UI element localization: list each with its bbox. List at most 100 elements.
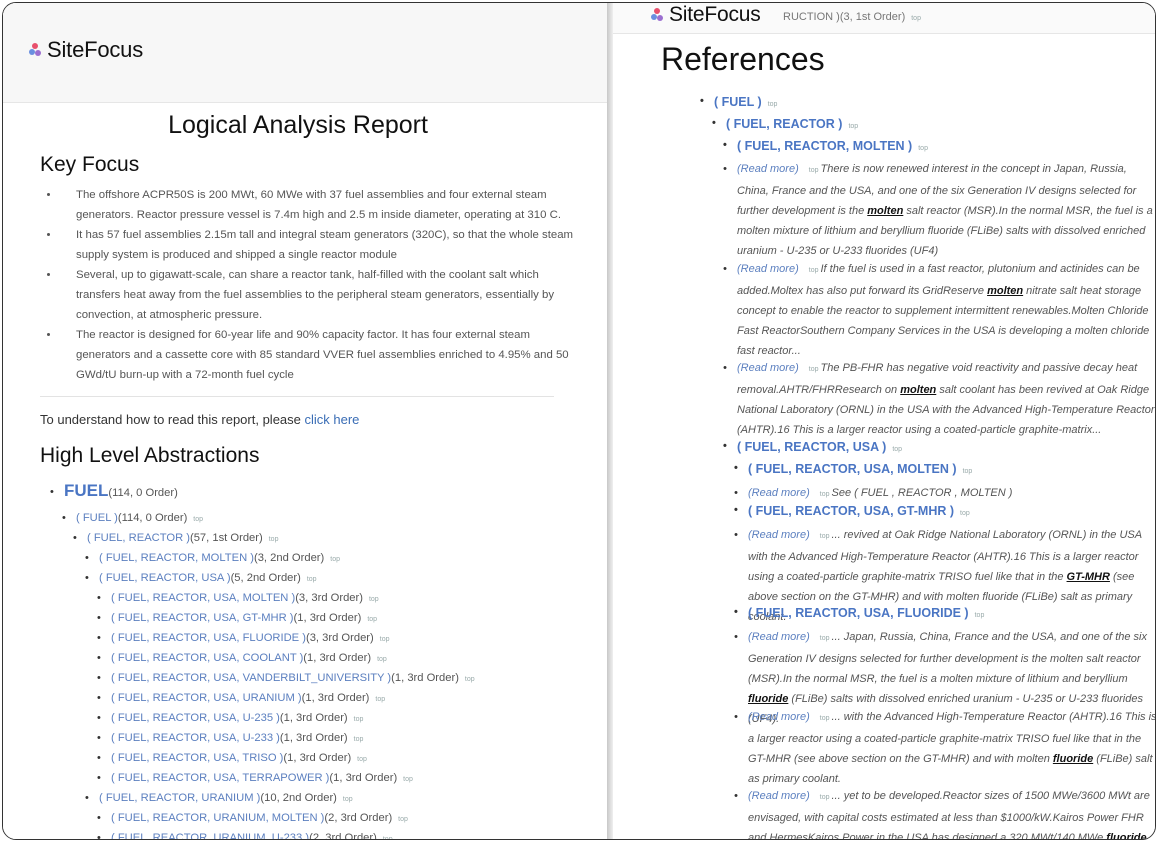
tree-item-link[interactable]: ( FUEL, REACTOR, URANIUM, U-233 ) (111, 832, 309, 839)
tree-item-link[interactable]: ( FUEL, REACTOR, URANIUM ) (99, 792, 260, 804)
tree-item: • ( FUEL, REACTOR, URANIUM, U-233 )(2, 3r… (97, 832, 393, 839)
top-link[interactable]: top (820, 533, 830, 540)
read-more-link[interactable]: (Read more) (748, 487, 810, 499)
top-link[interactable]: top (354, 736, 364, 743)
top-link[interactable]: top (820, 715, 830, 722)
top-link[interactable]: top (820, 491, 830, 498)
top-link[interactable]: top (375, 696, 385, 703)
breadcrumb: RUCTION )(3, 1st Order) top (783, 11, 921, 23)
report-pane[interactable]: SiteFocus Logical Analysis Report Key Fo… (3, 3, 607, 839)
tree-item-count: (3, 3rd Order) (305, 632, 374, 644)
top-link[interactable]: top (809, 366, 819, 373)
read-more-link[interactable]: (Read more) (737, 263, 799, 275)
tree-item-link[interactable]: ( FUEL ) (76, 512, 118, 524)
top-link[interactable]: top (398, 816, 408, 823)
reference-heading-text[interactable]: ( FUEL, REACTOR ) (726, 117, 842, 131)
top-link[interactable]: top (193, 516, 203, 523)
top-link[interactable]: top (820, 794, 830, 801)
reference-heading-text[interactable]: ( FUEL ) (714, 95, 762, 109)
top-link[interactable]: top (403, 776, 413, 783)
reference-heading[interactable]: • ( FUEL, REACTOR, USA, FLUORIDE ) top (734, 606, 985, 620)
sitefocus-logo[interactable]: SiteFocus (29, 37, 143, 63)
tree-item: • ( FUEL, REACTOR, USA, TERRAPOWER )(1, 3… (97, 772, 413, 784)
read-more-link[interactable]: (Read more) (748, 529, 810, 541)
top-link[interactable]: top (377, 656, 387, 663)
tree-item-link[interactable]: ( FUEL, REACTOR, USA, MOLTEN ) (111, 592, 295, 604)
left-header: SiteFocus (3, 3, 607, 103)
references-pane[interactable]: RUCTION )(3, 1st Order) top SiteFocus Ref… (613, 3, 1155, 839)
reference-heading-text[interactable]: ( FUEL, REACTOR, USA, FLUORIDE ) (748, 606, 969, 620)
tree-item-link[interactable]: ( FUEL, REACTOR, MOLTEN ) (99, 552, 254, 564)
tree-item-link[interactable]: ( FUEL, REACTOR, USA, URANIUM ) (111, 692, 302, 704)
tree-item: • FUEL(114, 0 Order) (50, 481, 178, 501)
bullet: • (723, 263, 727, 275)
tree-item-link[interactable]: ( FUEL, REACTOR, USA, U-235 ) (111, 712, 280, 724)
tree-item-link[interactable]: ( FUEL, REACTOR, URANIUM, MOLTEN ) (111, 812, 324, 824)
click-here-link[interactable]: click here (305, 412, 360, 427)
top-link[interactable]: top (911, 15, 921, 22)
tree-item-link[interactable]: FUEL (64, 481, 108, 500)
reference-heading-text[interactable]: ( FUEL, REACTOR, USA ) (737, 440, 886, 454)
top-link[interactable]: top (269, 536, 279, 543)
tree-item: • ( FUEL, REACTOR, USA, VANDERBILT_UNIVER… (97, 672, 475, 684)
top-link[interactable]: top (354, 716, 364, 723)
sitefocus-logo[interactable]: SiteFocus (651, 3, 761, 27)
top-link[interactable]: top (918, 145, 928, 152)
tree-item-link[interactable]: ( FUEL, REACTOR, USA, FLUORIDE ) (111, 632, 306, 644)
bullet: • (700, 95, 704, 107)
tree-item-link[interactable]: ( FUEL, REACTOR, USA, TRISO ) (111, 752, 283, 764)
tree-item-link[interactable]: ( FUEL, REACTOR, USA, VANDERBILT_UNIVERS… (111, 672, 391, 684)
tree-item-link[interactable]: ( FUEL, REACTOR, USA, U-233 ) (111, 732, 280, 744)
reference-heading[interactable]: • ( FUEL, REACTOR ) top (712, 117, 858, 131)
top-link[interactable]: top (369, 596, 379, 603)
reference-heading[interactable]: • ( FUEL, REACTOR, USA ) top (723, 440, 902, 454)
bullet: • (734, 504, 738, 516)
tree-item-count: (1, 3rd Order) (283, 752, 352, 764)
top-link[interactable]: top (768, 101, 778, 108)
keyword-highlight: fluoride (1052, 753, 1094, 765)
top-link[interactable]: top (963, 468, 973, 475)
read-more-link[interactable]: (Read more) (748, 711, 810, 723)
top-link[interactable]: top (809, 167, 819, 174)
top-link[interactable]: top (307, 576, 317, 583)
bullet: • (734, 487, 738, 499)
top-link[interactable]: top (960, 510, 970, 517)
reference-snippet: • (Read more) top The PB-FHR has negative v… (723, 358, 1155, 440)
read-more-link[interactable]: (Read more) (737, 163, 799, 175)
tree-item: • ( FUEL, REACTOR, USA, TRISO )(1, 3rd Or… (97, 752, 367, 764)
top-link[interactable]: top (975, 612, 985, 619)
bullet: • (73, 532, 77, 544)
bullet: • (97, 612, 101, 624)
tree-item: • ( FUEL, REACTOR, URANIUM )(10, 2nd Orde… (85, 792, 353, 804)
top-link[interactable]: top (343, 796, 353, 803)
tree-item-link[interactable]: ( FUEL, REACTOR, USA ) (99, 572, 231, 584)
tree-item-link[interactable]: ( FUEL, REACTOR, USA, COOLANT ) (111, 652, 303, 664)
top-link[interactable]: top (383, 836, 393, 839)
reference-heading-text[interactable]: ( FUEL, REACTOR, USA, MOLTEN ) (748, 462, 957, 476)
bullet: • (97, 812, 101, 824)
top-link[interactable]: top (357, 756, 367, 763)
top-link[interactable]: top (820, 635, 830, 642)
reference-heading-text[interactable]: ( FUEL, REACTOR, USA, GT-MHR ) (748, 504, 954, 518)
reference-heading[interactable]: • ( FUEL, REACTOR, USA, GT-MHR ) top (734, 504, 970, 518)
top-link[interactable]: top (892, 446, 902, 453)
logo-dots-icon (29, 42, 45, 58)
reference-heading-text[interactable]: ( FUEL, REACTOR, MOLTEN ) (737, 139, 912, 153)
tree-item-link[interactable]: ( FUEL, REACTOR ) (87, 532, 190, 544)
top-link[interactable]: top (380, 636, 390, 643)
top-link[interactable]: top (465, 676, 475, 683)
read-more-link[interactable]: (Read more) (737, 362, 799, 374)
top-link[interactable]: top (367, 616, 377, 623)
tree-item-link[interactable]: ( FUEL, REACTOR, USA, GT-MHR ) (111, 612, 294, 624)
read-more-link[interactable]: (Read more) (748, 790, 810, 802)
top-link[interactable]: top (330, 556, 340, 563)
reference-heading[interactable]: • ( FUEL ) top (700, 95, 778, 109)
reference-heading[interactable]: • ( FUEL, REACTOR, MOLTEN ) top (723, 139, 928, 153)
read-more-link[interactable]: (Read more) (748, 631, 810, 643)
tree-item-link[interactable]: ( FUEL, REACTOR, USA, TERRAPOWER ) (111, 772, 329, 784)
top-link[interactable]: top (809, 267, 819, 274)
tree-item: • ( FUEL, REACTOR, USA, FLUORIDE )(3, 3rd… (97, 632, 390, 644)
reference-heading[interactable]: • ( FUEL, REACTOR, USA, MOLTEN ) top (734, 462, 973, 476)
top-link[interactable]: top (848, 123, 858, 130)
reference-snippet: • (Read more) top See ( FUEL , REACTOR , MO… (734, 483, 1155, 505)
